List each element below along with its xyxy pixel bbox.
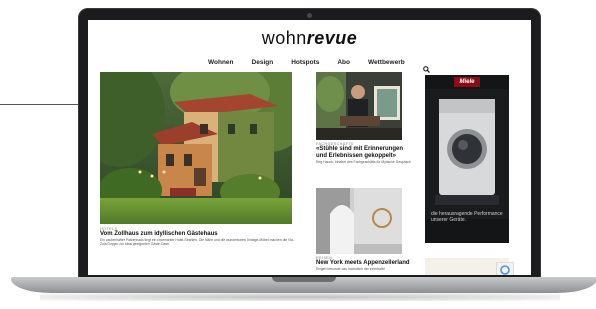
nav-item-wettbewerb[interactable]: Wettbewerb (368, 59, 405, 66)
side-article-2-headline[interactable]: New York meets Appenzellerland (316, 260, 412, 267)
main-article-image[interactable] (100, 72, 292, 224)
logo-text-wohn: wohn (261, 28, 307, 48)
logo-text-revue: revue (306, 28, 358, 48)
recaptcha-icon[interactable] (496, 262, 514, 275)
side-article-1-teaser: Reg Hauck, Inhaber des Fachgeschäfts für… (316, 160, 411, 164)
search-icon[interactable] (422, 60, 430, 73)
site-logo[interactable]: wohnrevue (88, 28, 531, 49)
laptop-notch (272, 277, 336, 282)
main-article-teaser: Ein zauberhafter Patzenhaus liegt ein ch… (100, 238, 295, 247)
side-article-2-text: Reisen New York meets Appenzellerland Ei… (316, 256, 412, 271)
side-article-1-headline[interactable]: «Stühle sind mit Erinnerungen und Erlebn… (316, 146, 412, 160)
main-article-text: Hotels Vom Zollhaus zum idyllischen Gäst… (100, 227, 300, 247)
nav-item-wohnen[interactable]: Wohnen (208, 59, 234, 66)
laptop-shadow (40, 293, 560, 301)
miele-advertisement[interactable]: Miele die herausragende Performance unse… (425, 75, 509, 243)
laptop-screen: wohnrevue Wohnen Design Hotspots Abo Wet… (88, 20, 531, 275)
side-article-1-image[interactable] (316, 72, 402, 140)
side-article-1-text: Fachgeschäfte «Stühle sind mit Erinnerun… (316, 142, 412, 164)
nav-item-abo[interactable]: Abo (337, 59, 350, 66)
callout-line (0, 104, 79, 105)
side-article-2-teaser: Eingeh besonde das hochstlich der innerh… (316, 267, 385, 271)
main-article-headline[interactable]: Vom Zollhaus zum idyllischen Gästehaus (100, 231, 300, 238)
ad-brand-logo: Miele (454, 77, 480, 87)
side-article-2-image[interactable] (316, 188, 402, 254)
nav-item-hotspots[interactable]: Hotspots (291, 59, 319, 66)
nav-item-design[interactable]: Design (252, 59, 274, 66)
main-navigation: Wohnen Design Hotspots Abo Wettbewerb (208, 59, 430, 73)
laptop-base (11, 277, 596, 293)
laptop-lid: wohnrevue Wohnen Design Hotspots Abo Wet… (78, 8, 541, 279)
washing-machine-image (425, 89, 509, 219)
webcam-icon (307, 13, 312, 18)
ad-copy: die herausragende Performance unserer Ge… (431, 211, 503, 223)
